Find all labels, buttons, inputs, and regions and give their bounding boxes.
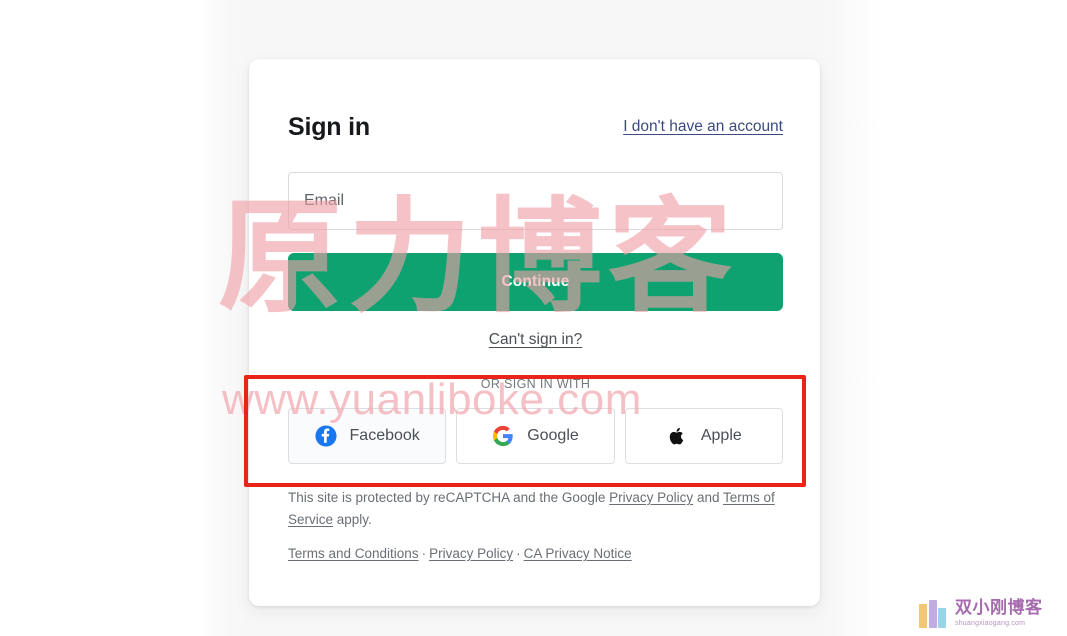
apple-sign-in-button[interactable]: Apple [624, 408, 783, 464]
email-field-label: Email [304, 192, 345, 209]
cant-sign-in-label: Can't sign in? [488, 331, 583, 348]
social-sign-in-row: Facebook Google Apple [288, 408, 783, 464]
footer-separator-2: · [516, 546, 521, 561]
apple-sign-in-label: Apple [700, 427, 742, 444]
apple-icon [666, 425, 688, 447]
facebook-sign-in-label: Facebook [349, 427, 420, 444]
cant-sign-in-link[interactable]: Can't sign in? [288, 331, 783, 349]
sign-in-card: Sign in I don't have an account Email Co… [249, 59, 820, 606]
brand-watermark: 双小刚博客 shuangxiaogang.com [919, 594, 1061, 632]
brand-logo-icon [919, 598, 949, 628]
terms-and-conditions-link[interactable]: Terms and Conditions [288, 546, 419, 561]
facebook-icon [314, 425, 337, 447]
social-divider-label: OR SIGN IN WITH [480, 377, 591, 391]
brand-watermark-text: 双小刚博客 shuangxiaogang.com [955, 597, 1043, 627]
facebook-sign-in-button[interactable]: Facebook [288, 408, 447, 464]
card-header: Sign in I don't have an account [288, 107, 783, 147]
brand-url: shuangxiaogang.com [955, 619, 1026, 627]
recaptcha-legal-text: This site is protected by reCAPTCHA and … [288, 487, 783, 531]
footer-separator-1: · [421, 546, 427, 561]
google-icon [492, 425, 514, 447]
email-field[interactable]: Email [288, 172, 783, 230]
continue-button[interactable]: Continue [288, 253, 783, 311]
no-account-link[interactable]: I don't have an account [623, 118, 783, 136]
page-title: Sign in [288, 112, 370, 141]
privacy-policy-link[interactable]: Privacy Policy [429, 546, 513, 561]
footer-links: Terms and Conditions · Privacy Policy · CA P… [288, 546, 783, 561]
ca-privacy-notice-link[interactable]: CA Privacy Notice [524, 546, 632, 561]
legal-suffix: apply. [333, 512, 372, 527]
google-sign-in-label: Google [527, 427, 579, 444]
google-privacy-policy-link[interactable]: Privacy Policy [609, 490, 693, 505]
legal-prefix: This site is protected by reCAPTCHA and … [288, 490, 610, 505]
brand-name: 双小刚博客 [955, 597, 1043, 618]
google-sign-in-button[interactable]: Google [456, 408, 615, 464]
legal-middle: and [693, 490, 723, 505]
sign-in-card-content: Sign in I don't have an account Email Co… [288, 59, 783, 606]
